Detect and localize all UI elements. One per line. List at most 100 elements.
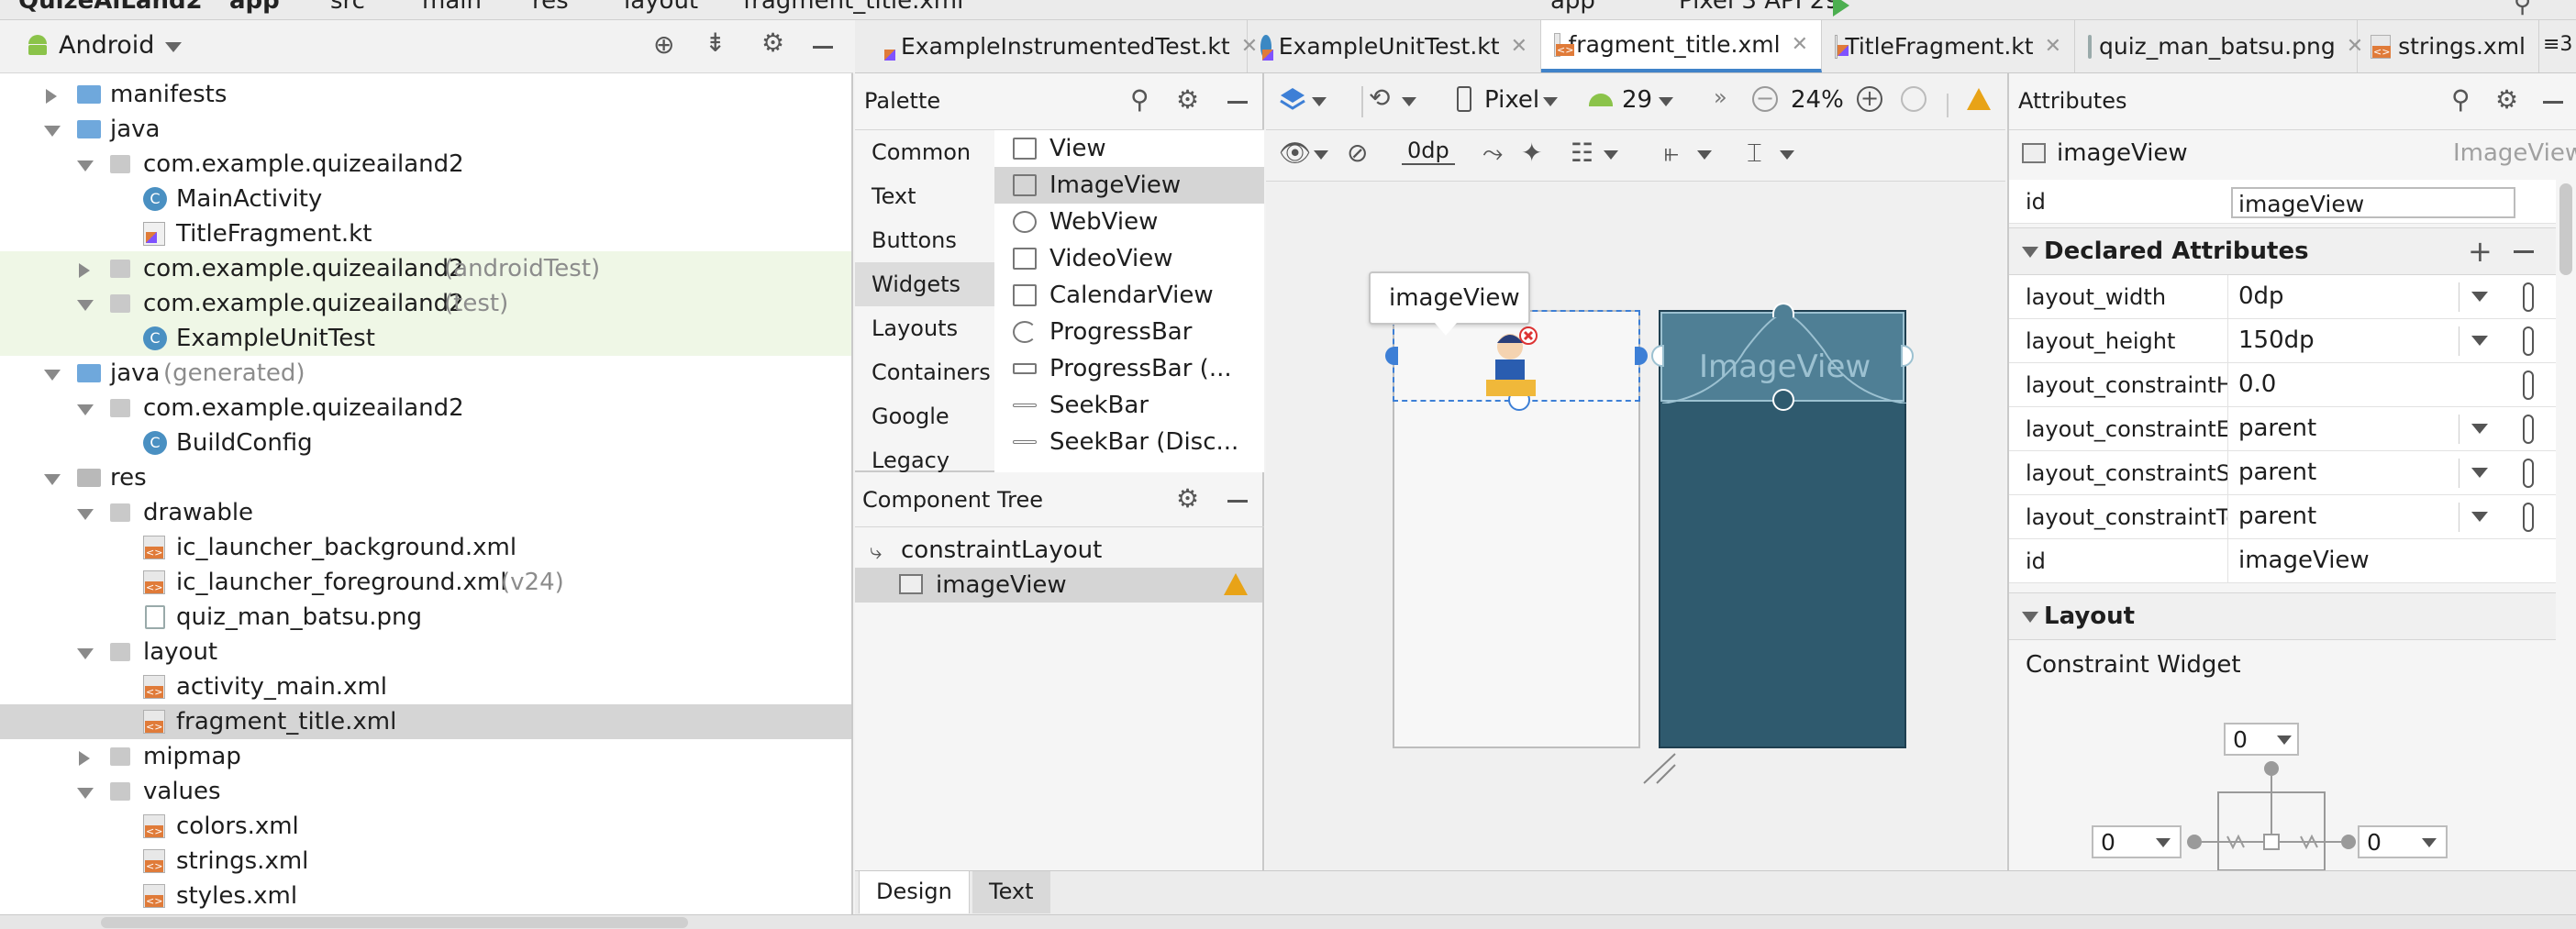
category-buttons[interactable]: Buttons <box>855 218 994 262</box>
pack-icon[interactable]: ☷ <box>1571 138 1593 168</box>
attr-value[interactable]: imageView <box>2238 547 2370 574</box>
hide-icon[interactable] <box>1227 101 1248 104</box>
design-canvas[interactable]: imageView ImageView <box>1266 182 2005 870</box>
horizontal-scrollbar[interactable] <box>101 917 688 928</box>
nav-res[interactable]: res <box>532 0 569 15</box>
zoom-fit-icon[interactable] <box>1901 86 1926 112</box>
chevron-down-icon[interactable] <box>2471 424 2488 434</box>
resource-picker-icon[interactable] <box>2523 459 2534 488</box>
palette-item-webview[interactable]: WebView <box>994 204 1264 240</box>
chevron-down-icon[interactable] <box>2471 512 2488 522</box>
view-selector[interactable]: Android <box>59 31 154 60</box>
default-margin-field[interactable]: 0dp <box>1402 138 1455 165</box>
layers-icon[interactable] <box>1279 86 1306 112</box>
search-icon[interactable]: ⚲ <box>1130 84 1149 115</box>
category-text[interactable]: Text <box>855 174 994 218</box>
chevron-down-icon[interactable] <box>44 370 61 381</box>
tab-quiz-man-batsu[interactable]: quiz_man_batsu.png ✕ <box>2075 20 2363 72</box>
eye-icon[interactable]: 👁 <box>1279 138 1312 168</box>
blueprint-right-anchor[interactable] <box>1901 345 1914 367</box>
category-containers[interactable]: Containers <box>855 350 994 394</box>
remove-attribute-icon[interactable] <box>2514 250 2534 253</box>
attr-value[interactable]: 0dp <box>2238 282 2284 310</box>
chevron-down-icon[interactable] <box>77 160 94 171</box>
tab-title-fragment[interactable]: TitleFragment.kt ✕ <box>1822 20 2075 72</box>
run-config-select[interactable]: app <box>1550 0 1595 15</box>
declared-attributes-header[interactable]: Declared Attributes + <box>2009 227 2556 275</box>
tab-fragment-title[interactable]: fragment_title.xml ✕ <box>1541 20 1822 72</box>
device-select[interactable]: Pixel 3 API 29 <box>1679 0 1840 15</box>
tree-item-fragment-title[interactable]: fragment_title.xml <box>0 704 851 739</box>
tree-item-java[interactable]: java <box>0 112 851 147</box>
palette-item-progressbar[interactable]: ProgressBar <box>994 314 1264 350</box>
tree-item-test-package[interactable]: com.example.quizeailand2 (test) <box>0 286 851 321</box>
resize-handle-icon[interactable] <box>1642 752 1679 785</box>
clear-constraints-icon[interactable]: ⤳ <box>1482 138 1503 169</box>
chevron-down-icon[interactable] <box>1604 150 1618 160</box>
gear-icon[interactable]: ⚙ <box>1176 483 1199 514</box>
tree-item-titlefragment[interactable]: TitleFragment.kt <box>0 216 851 251</box>
tree-item-java-generated[interactable]: java (generated) <box>0 356 851 391</box>
chevron-down-icon[interactable] <box>2471 468 2488 478</box>
component-constraintlayout[interactable]: ⤷ constraintLayout <box>855 533 1262 568</box>
chevron-down-icon[interactable] <box>1312 97 1327 106</box>
palette-item-seekbar[interactable]: SeekBar <box>994 387 1264 424</box>
tree-item-manifests[interactable]: manifests <box>0 77 851 112</box>
palette-item-progressbar-horizontal[interactable]: ProgressBar (... <box>994 350 1264 387</box>
attr-value[interactable]: parent <box>2238 459 2316 486</box>
tab-overflow-button[interactable]: ≡3 <box>2543 33 2572 56</box>
palette-item-view[interactable]: View <box>994 130 1264 167</box>
orientation-icon[interactable]: ⟲ <box>1369 83 1390 113</box>
resource-picker-icon[interactable] <box>2523 503 2534 532</box>
search-everywhere-icon[interactable]: ⚲ <box>2514 0 2531 18</box>
nav-main[interactable]: main <box>422 0 482 15</box>
left-margin-select[interactable]: 0 <box>2092 825 2182 858</box>
tab-strings[interactable]: strings.xml <box>2358 20 2539 72</box>
chevron-down-icon[interactable] <box>1402 97 1416 106</box>
tree-item-strings[interactable]: strings.xml <box>0 844 851 879</box>
tree-item-colors[interactable]: colors.xml <box>0 809 851 844</box>
component-imageview[interactable]: imageView <box>855 568 1262 603</box>
align-icon[interactable]: ⫦ <box>1664 138 1679 169</box>
chevron-down-icon[interactable] <box>2022 612 2038 623</box>
tree-item-activity-main[interactable]: activity_main.xml <box>0 669 851 704</box>
category-google[interactable]: Google <box>855 394 994 438</box>
tree-item-values[interactable]: values <box>0 774 851 809</box>
tab-example-instrumented-test[interactable]: ExampleInstrumentedTest.kt ✕ <box>881 20 1258 72</box>
chevron-down-icon[interactable] <box>77 300 94 311</box>
nav-file[interactable]: fragment_title.xml <box>743 0 963 15</box>
resource-picker-icon[interactable] <box>2523 282 2534 312</box>
chevron-down-icon[interactable] <box>165 42 182 52</box>
attr-value[interactable]: 150dp <box>2238 326 2315 354</box>
warning-icon[interactable] <box>1967 88 1991 110</box>
chevron-down-icon[interactable] <box>1543 97 1558 106</box>
chevron-down-icon[interactable] <box>44 126 61 137</box>
chevron-down-icon[interactable] <box>2471 336 2488 346</box>
nav-layout[interactable]: layout <box>624 0 698 15</box>
left-anchor[interactable] <box>1385 347 1398 365</box>
palette-item-seekbar-discrete[interactable]: SeekBar (Disc... <box>994 424 1264 460</box>
more-icon[interactable]: » <box>1714 84 1727 110</box>
search-icon[interactable]: ⚲ <box>2451 84 2471 115</box>
tree-item-mipmap[interactable]: mipmap <box>0 739 851 774</box>
hide-icon[interactable] <box>813 46 833 49</box>
right-anchor[interactable] <box>1635 347 1648 365</box>
collapse-all-icon[interactable]: ⇟ <box>705 28 726 58</box>
gear-icon[interactable]: ⚙ <box>1176 84 1199 115</box>
attr-value[interactable]: 0.0 <box>2238 370 2276 398</box>
resource-picker-icon[interactable] <box>2523 370 2534 400</box>
tree-item-androidtest-package[interactable]: com.example.quizeailand2 (androidTest) <box>0 251 851 286</box>
chevron-right-icon[interactable] <box>46 89 57 104</box>
chevron-down-icon[interactable] <box>1697 150 1712 160</box>
tree-item-res[interactable]: res <box>0 460 851 495</box>
nav-src[interactable]: src <box>330 0 365 15</box>
zoom-in-icon[interactable]: + <box>1857 86 1882 112</box>
right-margin-select[interactable]: 0 <box>2358 825 2448 858</box>
chevron-down-icon[interactable] <box>1314 150 1328 160</box>
gear-icon[interactable]: ⚙ <box>2495 84 2518 115</box>
tree-item-layout[interactable]: layout <box>0 635 851 669</box>
tree-item-exampleunittest[interactable]: C ExampleUnitTest <box>0 321 851 356</box>
category-widgets[interactable]: Widgets <box>855 262 994 306</box>
guidelines-icon[interactable]: ⌶ <box>1747 138 1762 169</box>
chevron-down-icon[interactable] <box>2471 292 2488 302</box>
